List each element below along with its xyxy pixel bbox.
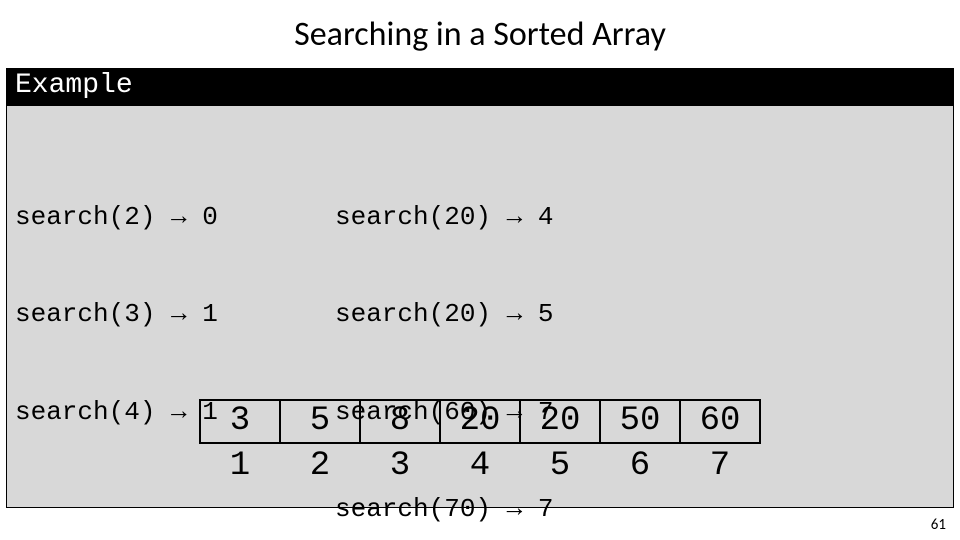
array-index: 7 xyxy=(680,443,760,487)
example-heading: Example xyxy=(7,69,953,106)
array-cell: 20 xyxy=(440,400,520,443)
example-line: search(20) → 4 xyxy=(335,201,675,234)
example-line: search(20) → 5 xyxy=(335,298,675,331)
array-values-row: 3 5 8 20 20 50 60 xyxy=(200,400,760,443)
array-index: 5 xyxy=(520,443,600,487)
array-index: 6 xyxy=(600,443,680,487)
example-line: search(2) → 0 xyxy=(15,201,335,234)
array-table: 3 5 8 20 20 50 60 1 2 3 4 5 6 7 xyxy=(199,399,761,487)
array-index: 4 xyxy=(440,443,520,487)
array-index: 2 xyxy=(280,443,360,487)
array-diagram: 3 5 8 20 20 50 60 1 2 3 4 5 6 7 xyxy=(7,399,953,487)
slide: Searching in a Sorted Array Example sear… xyxy=(0,0,960,540)
array-cell: 60 xyxy=(680,400,760,443)
array-indices-row: 1 2 3 4 5 6 7 xyxy=(200,443,760,487)
array-index: 1 xyxy=(200,443,280,487)
page-number: 61 xyxy=(931,516,946,534)
array-index: 3 xyxy=(360,443,440,487)
array-cell: 20 xyxy=(520,400,600,443)
example-line: search(70) → 7 xyxy=(335,493,675,526)
content-box: Example search(2) → 0 search(3) → 1 sear… xyxy=(6,68,954,508)
slide-title: Searching in a Sorted Array xyxy=(0,0,960,65)
array-cell: 50 xyxy=(600,400,680,443)
array-cell: 8 xyxy=(360,400,440,443)
array-cell: 5 xyxy=(280,400,360,443)
example-line: search(3) → 1 xyxy=(15,298,335,331)
array-cell: 3 xyxy=(200,400,280,443)
